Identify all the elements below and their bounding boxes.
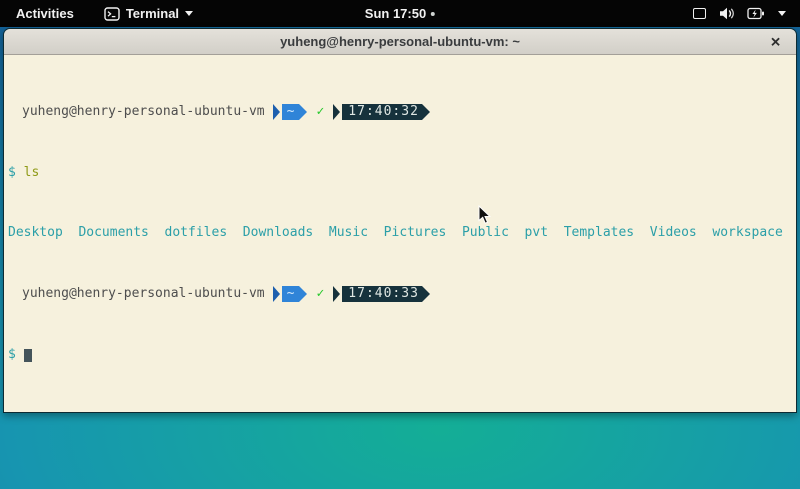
system-status-area[interactable] (689, 5, 790, 22)
prompt-time: 17:40:33 (342, 286, 422, 302)
terminal-content[interactable]: yuheng@henry-personal-ubuntu-vm ~ ✓ 17:4… (4, 55, 796, 412)
ls-output: Desktop Documents dotfiles Downloads Mus… (8, 225, 796, 240)
text-cursor (24, 349, 32, 362)
powerline-tip-icon (299, 104, 307, 120)
volume-icon (719, 7, 734, 20)
time-badge-tip-icon (422, 286, 430, 302)
app-menu-label: Terminal (126, 6, 179, 21)
battery-charging-icon (747, 7, 765, 20)
time-badge-wedge-icon (333, 286, 340, 302)
status-check-icon: ✓ (316, 104, 324, 119)
powerline-wedge-icon (273, 286, 280, 302)
prompt-dollar: $ (8, 347, 16, 362)
top-bar: Activities Terminal Sun 17:50 (0, 0, 800, 27)
time-badge-wedge-icon (333, 104, 340, 120)
input-line[interactable]: $ (8, 347, 796, 362)
window-titlebar[interactable]: yuheng@henry-personal-ubuntu-vm: ~ ✕ (4, 29, 796, 55)
clock-label: Sun 17:50 (365, 6, 426, 21)
powerline-wedge-icon (273, 104, 280, 120)
prompt-line: yuheng@henry-personal-ubuntu-vm ~ ✓ 17:4… (8, 103, 796, 120)
command-text: ls (24, 165, 40, 180)
prompt-user: yuheng@henry-personal-ubuntu-vm (22, 286, 265, 301)
command-line: $ ls (8, 165, 796, 180)
status-check-icon: ✓ (316, 286, 324, 301)
prompt-path: ~ (282, 286, 300, 302)
time-badge-tip-icon (422, 104, 430, 120)
chevron-down-icon (778, 11, 786, 16)
app-menu-terminal[interactable]: Terminal (100, 4, 197, 23)
prompt-user: yuheng@henry-personal-ubuntu-vm (22, 104, 265, 119)
prompt-line: yuheng@henry-personal-ubuntu-vm ~ ✓ 17:4… (8, 285, 796, 302)
window-title: yuheng@henry-personal-ubuntu-vm: ~ (280, 34, 520, 49)
powerline-tip-icon (299, 286, 307, 302)
prompt-dollar: $ (8, 165, 16, 180)
terminal-window: yuheng@henry-personal-ubuntu-vm: ~ ✕ yuh… (3, 28, 797, 413)
close-icon[interactable]: ✕ (770, 35, 781, 48)
chevron-down-icon (185, 11, 193, 16)
prompt-time: 17:40:32 (342, 104, 422, 120)
screencast-icon (693, 8, 706, 19)
activities-button[interactable]: Activities (10, 4, 80, 23)
clock[interactable]: Sun 17:50 (365, 6, 435, 21)
notification-dot-icon (431, 12, 435, 16)
prompt-path: ~ (282, 104, 300, 120)
mouse-pointer-icon (478, 205, 492, 230)
terminal-icon (104, 7, 120, 21)
